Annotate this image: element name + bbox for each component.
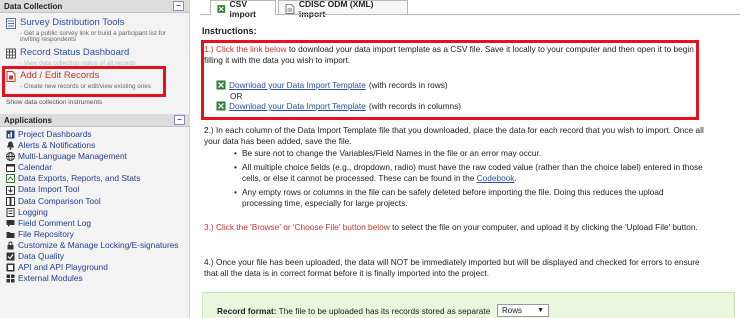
app-label: Data Exports, Reports, and Stats [18, 173, 141, 184]
import-icon [6, 185, 15, 195]
or-separator: OR [230, 91, 243, 101]
app-data-import-tool[interactable]: Data Import Tool [0, 184, 190, 195]
grid-icon [6, 48, 16, 59]
applications-list: Project Dashboards Alerts & Notification… [0, 129, 190, 284]
bullet-multiple-choice-text: All multiple choice fields (e.g., dropdo… [242, 162, 703, 183]
tab-label: CDISC ODM (XML) import [298, 0, 374, 19]
record-format-select[interactable]: Rows ▼ [497, 304, 549, 317]
spreadsheet-icon [217, 5, 226, 13]
app-multi-language[interactable]: Multi-Language Management [0, 151, 190, 162]
record-format-text: The file to be uploaded has its records … [278, 306, 491, 316]
data-collection-title: Data Collection [4, 2, 63, 11]
app-calendar[interactable]: Calendar [0, 162, 190, 173]
app-label: Project Dashboards [18, 129, 92, 139]
app-label: External Modules [18, 273, 83, 284]
download-cols-suffix: (with records in columns) [368, 101, 462, 111]
xml-icon [285, 3, 295, 14]
app-project-dashboards[interactable]: Project Dashboards [0, 129, 190, 140]
quality-icon [6, 252, 15, 261]
lock-icon [7, 241, 14, 250]
tab-csv-import[interactable]: CSV import [210, 0, 276, 19]
app-label: Customize & Manage Locking/E-signatures [18, 239, 179, 250]
app-label: Field Comment Log [18, 217, 92, 228]
app-data-exports[interactable]: Data Exports, Reports, and Stats [0, 173, 190, 184]
record-format-label: Record format: [217, 306, 277, 316]
app-alerts-notifications[interactable]: Alerts & Notifications [0, 140, 190, 151]
record-status-dashboard-label[interactable]: Record Status Dashboard [20, 47, 129, 58]
calendar-icon [6, 164, 15, 173]
step-4: 4.) Once your file has been uploaded, th… [204, 257, 700, 278]
download-template-rows-link[interactable]: Download your Data Import Template [229, 80, 366, 90]
download-cols-row: Download your Data Import Template (with… [216, 101, 461, 111]
bullet-empty-rows: Any empty rows or columns in the file ca… [234, 187, 704, 209]
app-label: Alerts & Notifications [18, 140, 96, 151]
step-3-prefix: 3.) [204, 222, 214, 232]
app-field-comment-log[interactable]: Field Comment Log [0, 218, 190, 229]
bell-icon [7, 141, 14, 150]
api-icon [6, 263, 15, 272]
app-label: Data Import Tool [18, 184, 80, 195]
step-1-red: Click the link below [216, 44, 287, 54]
record-format-selected: Rows [502, 306, 523, 315]
module-icon [6, 274, 15, 283]
show-instruments-link[interactable]: Show data collection instruments [6, 99, 102, 106]
bullet-multiple-choice: All multiple choice fields (e.g., dropdo… [234, 162, 704, 184]
step-2: 2.) In each column of the Data Import Te… [204, 125, 704, 146]
main-content: CSV import CDISC ODM (XML) import Instru… [200, 0, 744, 318]
app-label: Calendar [18, 162, 52, 173]
tab-label: CSV import [229, 0, 256, 19]
tab-cdisc-odm-import[interactable]: CDISC ODM (XML) import [278, 0, 408, 19]
list-icon [6, 18, 16, 29]
step-1-prefix: 1.) [204, 44, 214, 54]
download-template-columns-link[interactable]: Download your Data Import Template [229, 101, 366, 111]
record-format-line: Record format: The file to be uploaded h… [217, 306, 490, 316]
excel-icon [216, 80, 226, 90]
app-external-modules[interactable]: External Modules [0, 273, 190, 284]
app-label: File Repository [18, 228, 74, 239]
app-label: Multi-Language Management [18, 151, 127, 162]
app-data-quality[interactable]: Data Quality [0, 251, 190, 262]
compare-icon [6, 196, 15, 206]
instructions-title: Instructions: [202, 26, 257, 36]
log-icon [6, 207, 15, 217]
app-data-comparison-tool[interactable]: Data Comparison Tool [0, 196, 190, 207]
comment-icon [6, 219, 15, 227]
dashboard-icon [6, 130, 15, 139]
excel-icon [216, 101, 226, 111]
codebook-link[interactable]: Codebook [477, 173, 515, 183]
download-rows-row: Download your Data Import Template (with… [216, 80, 448, 90]
app-label: API and API Playground [18, 262, 108, 273]
app-label: Data Comparison Tool [18, 195, 101, 206]
survey-distribution-tools-label[interactable]: Survey Distribution Tools [20, 17, 124, 28]
globe-icon [6, 152, 15, 162]
step-1: 1.) Click the link below to download you… [204, 44, 694, 66]
app-label: Logging [18, 206, 48, 217]
app-locking-esignatures[interactable]: Customize & Manage Locking/E-signatures [0, 240, 190, 251]
download-rows-suffix: (with records in rows) [368, 80, 448, 90]
app-logging[interactable]: Logging [0, 207, 190, 218]
applications-header[interactable]: Applications − [0, 114, 190, 127]
step-2-bullets: Be sure not to change the Variables/Fiel… [234, 148, 704, 209]
survey-distribution-tools-desc-2: inviting respondents [20, 36, 77, 43]
app-label: Data Quality [18, 251, 65, 262]
add-edit-records-highlight [2, 66, 166, 97]
tab-bar-divider [200, 14, 740, 15]
collapse-data-collection-button[interactable]: − [173, 1, 184, 11]
step-3-text: to select the file on your computer, and… [392, 222, 698, 232]
app-api[interactable]: API and API Playground [0, 262, 190, 273]
step-3-red: Click the 'Browse' or 'Choose File' butt… [216, 222, 390, 232]
app-file-repository[interactable]: File Repository [0, 229, 190, 240]
sidebar: Data Collection − Survey Distribution To… [0, 0, 190, 318]
data-collection-header[interactable]: Data Collection − [0, 0, 189, 13]
applications-title: Applications [4, 116, 53, 125]
chevron-down-icon: ▼ [537, 307, 544, 314]
bullet-multiple-choice-end: . [514, 173, 517, 183]
export-icon [6, 174, 15, 184]
folder-icon [6, 231, 15, 238]
step-3: 3.) Click the 'Browse' or 'Choose File' … [204, 222, 704, 233]
record-format-panel: Record format: The file to be uploaded h… [202, 292, 735, 318]
bullet-field-names: Be sure not to change the Variables/Fiel… [234, 148, 704, 159]
collapse-applications-button[interactable]: − [174, 115, 185, 125]
